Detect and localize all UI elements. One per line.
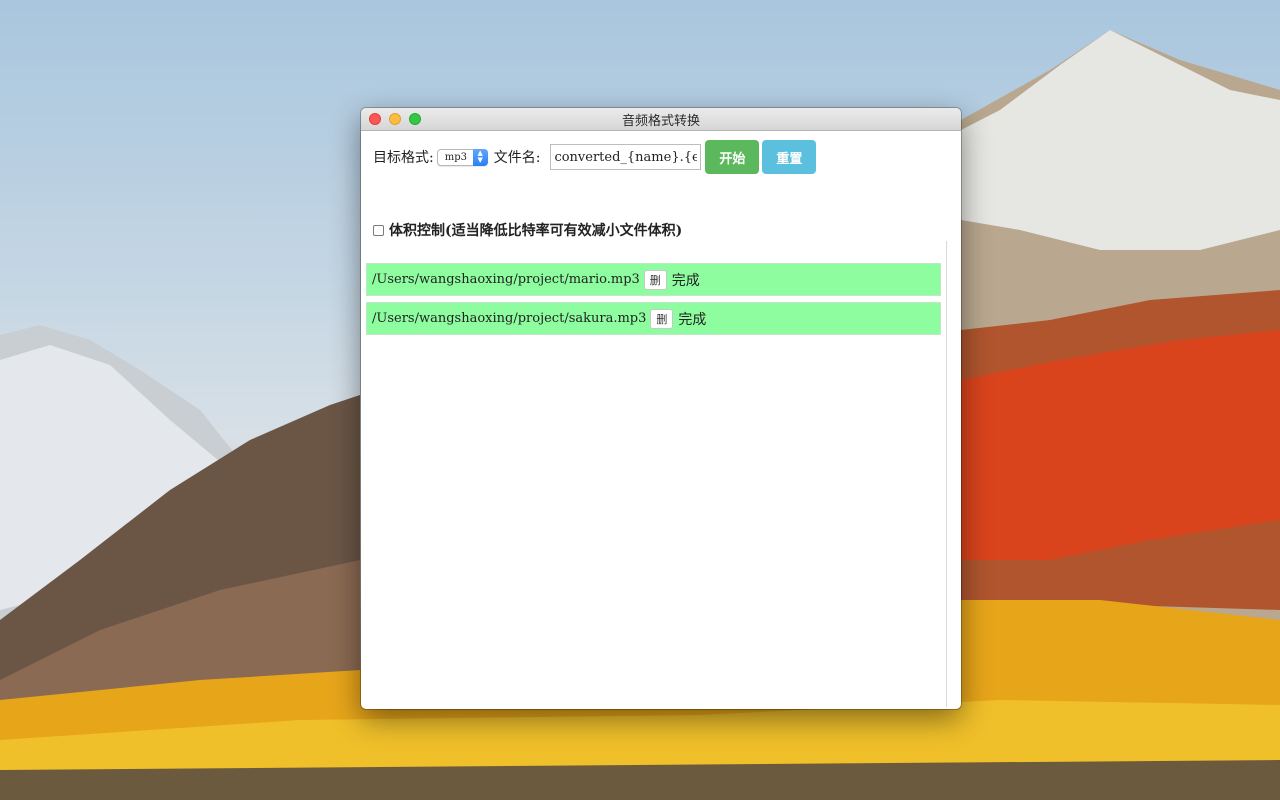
filename-input[interactable] bbox=[550, 144, 702, 170]
file-list: /Users/wangshaoxing/project/mario.mp3 删 … bbox=[366, 241, 947, 707]
window-content: 目标格式: mp3 ▲▼ 文件名: 开始 重置 体积控制(适当降低比特率可有效减… bbox=[361, 131, 961, 709]
app-window: 音频格式转换 目标格式: mp3 ▲▼ 文件名: 开始 重置 体积控制(适当降低… bbox=[361, 108, 961, 709]
file-path: /Users/wangshaoxing/project/sakura.mp3 bbox=[372, 311, 647, 326]
file-status: 完成 bbox=[671, 272, 700, 289]
filename-label: 文件名: bbox=[493, 150, 541, 166]
file-row: /Users/wangshaoxing/project/sakura.mp3 删… bbox=[366, 302, 941, 335]
file-path: /Users/wangshaoxing/project/mario.mp3 bbox=[372, 272, 640, 287]
size-control-checkbox[interactable] bbox=[373, 224, 384, 236]
format-label: 目标格式: bbox=[373, 150, 434, 166]
start-button[interactable]: 开始 bbox=[705, 140, 760, 174]
file-row: /Users/wangshaoxing/project/mario.mp3 删 … bbox=[366, 263, 941, 296]
minimize-window-button[interactable] bbox=[389, 113, 401, 125]
window-title: 音频格式转换 bbox=[621, 113, 700, 129]
size-control-row: 体积控制(适当降低比特率可有效减小文件体积) bbox=[373, 220, 682, 240]
format-select[interactable]: mp3 ▲ ▼ bbox=[436, 148, 488, 166]
reset-button[interactable]: 重置 bbox=[762, 140, 817, 174]
delete-file-button[interactable]: 删 bbox=[650, 308, 674, 329]
close-window-button[interactable] bbox=[369, 113, 381, 125]
window-controls bbox=[369, 113, 421, 125]
format-select-value: mp3 bbox=[444, 151, 467, 163]
window-titlebar[interactable]: 音频格式转换 bbox=[361, 108, 961, 131]
file-status: 完成 bbox=[678, 311, 707, 328]
size-control-label[interactable]: 体积控制(适当降低比特率可有效减小文件体积) bbox=[389, 220, 682, 240]
toolbar: 目标格式: mp3 ▲▼ 文件名: 开始 重置 bbox=[373, 140, 817, 174]
maximize-window-button[interactable] bbox=[409, 113, 421, 125]
select-arrows-icon: ▲ ▼ bbox=[472, 148, 488, 166]
delete-file-button[interactable]: 删 bbox=[643, 269, 667, 290]
